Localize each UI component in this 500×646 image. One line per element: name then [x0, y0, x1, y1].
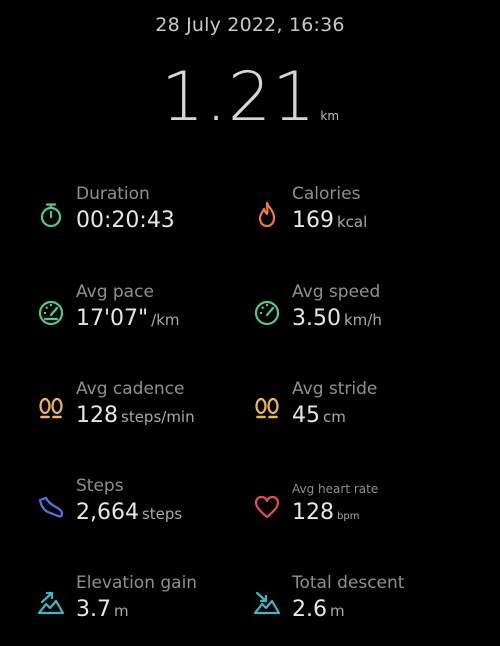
total-descent-unit: m: [330, 602, 345, 620]
stat-avg-heart-rate: Avg heart rate 128 bpm: [252, 476, 452, 536]
avg-cadence-unit: steps/min: [121, 408, 195, 426]
shoe-icon: [38, 496, 64, 518]
avg-pace-value: 17'07": [76, 306, 149, 331]
stat-avg-speed: Avg speed 3.50 km/h: [252, 282, 452, 342]
stopwatch-icon: [40, 203, 62, 228]
elevation-up-icon: [37, 591, 65, 615]
duration-label: Duration: [76, 184, 150, 204]
avg-heart-rate-value: 128: [292, 500, 334, 525]
distance-value: 1.21: [160, 58, 317, 137]
stat-total-descent: Total descent 2.6 m: [252, 573, 452, 633]
avg-heart-rate-unit: bpm: [337, 511, 360, 522]
calories-label: Calories: [292, 184, 361, 204]
calories-value: 169: [292, 208, 334, 233]
elevation-gain-value-group: 3.7 m: [76, 597, 129, 622]
distance-unit: km: [320, 109, 340, 123]
calories-value-group: 169 kcal: [292, 208, 367, 233]
total-descent-value: 2.6: [292, 597, 327, 622]
avg-speed-unit: km/h: [343, 311, 382, 329]
stat-elevation-gain: Elevation gain 3.7 m: [36, 573, 236, 633]
steps-value-group: 2,664 steps: [76, 500, 182, 525]
workout-datetime: 28 July 2022, 16:36: [155, 14, 345, 36]
avg-cadence-value: 128: [76, 403, 118, 428]
avg-stride-value-group: 45 cm: [292, 403, 346, 428]
footprints-icon: [255, 397, 279, 419]
avg-cadence-label: Avg cadence: [76, 379, 185, 399]
avg-heart-rate-label: Avg heart rate: [292, 482, 379, 496]
avg-pace-value-group: 17'07"/km: [76, 306, 180, 331]
avg-pace-unit: /km: [151, 311, 180, 329]
elevation-gain-label: Elevation gain: [76, 573, 198, 593]
steps-label: Steps: [76, 476, 124, 496]
avg-heart-rate-value-group: 128 bpm: [292, 500, 359, 525]
footprints-icon: [39, 397, 63, 419]
avg-speed-label: Avg speed: [292, 282, 381, 302]
stat-avg-cadence: Avg cadence 128 steps/min: [36, 379, 236, 439]
duration-value: 00:20:43: [76, 208, 175, 233]
avg-stride-value: 45: [292, 403, 320, 428]
stat-avg-stride: Avg stride 45 cm: [252, 379, 452, 439]
avg-pace-label: Avg pace: [76, 282, 154, 302]
stat-duration: Duration 00:20:43: [36, 184, 236, 244]
total-descent-value-group: 2.6 m: [292, 597, 345, 622]
speedometer-icon: [38, 300, 64, 326]
flame-icon: [258, 201, 276, 228]
stat-avg-pace: Avg pace 17'07"/km: [36, 282, 236, 342]
avg-speed-value: 3.50: [292, 306, 341, 331]
steps-value: 2,664: [76, 500, 139, 525]
stat-calories: Calories 169 kcal: [252, 184, 452, 244]
calories-unit: kcal: [337, 213, 368, 231]
duration-value-group: 00:20:43: [76, 208, 175, 233]
avg-cadence-value-group: 128 steps/min: [76, 403, 195, 428]
total-descent-label: Total descent: [292, 573, 405, 593]
elevation-gain-value: 3.7: [76, 597, 111, 622]
avg-stride-unit: cm: [323, 408, 346, 426]
steps-unit: steps: [141, 505, 183, 523]
stat-steps: Steps 2,664 steps: [36, 476, 236, 536]
heart-icon: [254, 495, 280, 519]
elevation-down-icon: [253, 591, 281, 615]
avg-speed-value-group: 3.50 km/h: [292, 306, 382, 331]
speedometer-icon: [254, 300, 280, 326]
elevation-gain-unit: m: [114, 602, 129, 620]
avg-stride-label: Avg stride: [292, 379, 378, 399]
distance-summary: 1.21 km: [0, 58, 500, 137]
